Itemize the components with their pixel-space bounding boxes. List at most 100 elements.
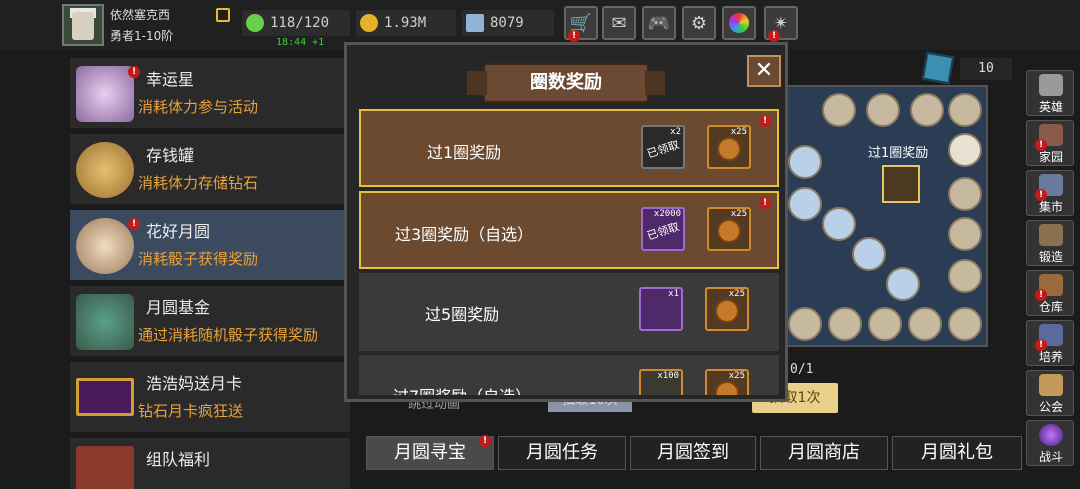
reward-item-count: x25 [730,127,747,137]
anvil-icon [1039,224,1063,246]
star-icon [76,66,134,122]
tab-label: 月圆寻宝 [394,442,466,463]
gamepad-button[interactable]: 🎮 [642,6,676,40]
reward-row[interactable]: 过7圈奖励（自选） x100 x25 [359,355,779,395]
reward-item-count: x100 [657,371,679,381]
side-nav-forge[interactable]: 锻造 [1026,220,1074,266]
helmet-icon [1039,74,1063,96]
activity-desc: 消耗骰子获得奖励 [138,250,259,268]
side-nav-label: 锻造 [1038,250,1063,264]
gear-icon: ⚙ [690,12,708,34]
gem-counter: 8079 [462,10,554,36]
reward-item-mooncake[interactable]: x25 [707,125,751,169]
activity-title: 组队福利 [146,450,211,469]
activity-item-lucky-star[interactable]: ! 幸运星 消耗体力参与活动 [70,58,350,130]
activity-desc: 消耗体力参与活动 [138,98,259,116]
mooncake-icon [715,299,739,323]
money-bag-icon [76,294,134,350]
lightning-icon [246,14,264,32]
lap-progress: 0/1 [790,362,814,377]
side-nav-warehouse[interactable]: ! 仓库 [1026,270,1074,316]
claimed-stamp: 已领取 [645,220,681,243]
board-token [822,207,856,241]
reward-item-count: x1 [668,289,679,299]
reward-row[interactable]: 过1圈奖励 x2 已领取 x25 ! [359,109,779,187]
tab-shop[interactable]: 月圆商店 [760,436,888,470]
board-token [866,93,900,127]
board-token [948,133,982,167]
reward-item-count: x25 [730,209,747,219]
reward-row[interactable]: 过3圈奖励（自选） x2000 已领取 x25 ! [359,191,779,269]
reward-item-mooncake[interactable]: x25 [707,207,751,251]
side-nav-battle[interactable]: 战斗 [1026,420,1074,466]
reward-row[interactable]: 过5圈奖励 x1 x25 [359,273,779,351]
activity-desc: 钻石月卡疯狂送 [138,402,244,420]
map-button[interactable]: ✴ ! [764,6,798,42]
activity-item-piggy-bank[interactable]: 存钱罐 消耗体力存储钻石 [70,134,350,206]
shop-button[interactable]: 🛒 ! [564,6,598,42]
activity-item-moon-festival[interactable]: ! 花好月圆 消耗骰子获得奖励 [70,210,350,282]
activity-item-monthly-card[interactable]: 浩浩妈送月卡 钻石月卡疯狂送 [70,362,350,434]
modal-title: 圈数奖励 [530,72,602,93]
board-token [788,145,822,179]
activity-title: 幸运星 [146,70,195,89]
close-icon: ✕ [754,58,774,83]
activity-title: 浩浩妈送月卡 [146,374,243,393]
activity-badge: ! [128,66,140,78]
tab-label: 月圆任务 [526,442,598,463]
tab-checkin[interactable]: 月圆签到 [630,436,756,470]
board-token [908,307,942,341]
activity-title: 存钱罐 [146,146,195,165]
reward-item-crystal[interactable]: x2000 已领取 [641,207,685,251]
board-reward-item[interactable] [882,165,920,203]
board-token [948,259,982,293]
activity-desc: 消耗体力存储钻石 [138,174,259,192]
mooncake-icon [715,381,739,395]
side-nav-market[interactable]: ! 集市 [1026,170,1074,216]
activity-item-moon-fund[interactable]: 月圆基金 通过消耗随机骰子获得奖励 [70,286,350,358]
activity-item-team-bonus[interactable]: 组队福利 [70,438,350,489]
activity-list: ! 幸运星 消耗体力参与活动 存钱罐 消耗体力存储钻石 ! 花好月圆 消耗骰子获… [70,58,350,489]
reward-item-ore[interactable]: x100 [639,369,683,395]
tab-tasks[interactable]: 月圆任务 [498,436,626,470]
lion-icon [1039,374,1063,396]
side-nav-guild[interactable]: 公会 [1026,370,1074,416]
close-button[interactable]: ✕ [747,55,781,87]
tab-label: 月圆礼包 [921,442,993,463]
mail-icon: ✉ [611,12,627,34]
board-token [788,187,822,221]
settings-button[interactable]: ⚙ [682,6,716,40]
reward-item-chest[interactable]: x1 [639,287,683,331]
mail-button[interactable]: ✉ [602,6,636,40]
board-token [948,93,982,127]
reward-row-label: 过5圈奖励 [425,305,500,324]
board-token [886,267,920,301]
side-nav-label: 仓库 [1038,300,1063,314]
board-token [948,177,982,211]
aperture-button[interactable] [722,6,756,40]
board-token [910,93,944,127]
reward-item-mooncake[interactable]: x25 [705,287,749,331]
reward-item-count: x25 [728,371,745,381]
side-nav-label: 战斗 [1038,450,1063,464]
board-token [852,237,886,271]
tab-label: 月圆商店 [788,442,860,463]
treasure-board: 过1圈奖励 [780,85,988,347]
side-nav-train[interactable]: ! 培养 [1026,320,1074,366]
edit-icon[interactable] [216,8,230,22]
reward-row-label: 过1圈奖励 [427,143,502,162]
board-token [828,307,862,341]
tab-badge: ! [479,435,491,447]
side-nav-home[interactable]: ! 家园 [1026,120,1074,166]
reward-item-mooncake[interactable]: x25 [705,369,749,395]
coin-icon [360,14,378,32]
reward-item-scroll[interactable]: x2 已领取 [641,125,685,169]
bottom-tabs: 月圆寻宝 ! 月圆任务 月圆签到 月圆商店 月圆礼包 [366,435,1026,470]
side-nav-label: 公会 [1038,400,1063,414]
avatar[interactable] [62,4,104,46]
tab-gift-pack[interactable]: 月圆礼包 [892,436,1022,470]
player-rank: 勇者1-10阶 [110,29,174,43]
side-nav-hero[interactable]: 英雄 [1026,70,1074,116]
tab-treasure-hunt[interactable]: 月圆寻宝 ! [366,435,494,470]
activity-desc: 通过消耗随机骰子获得奖励 [138,326,319,344]
